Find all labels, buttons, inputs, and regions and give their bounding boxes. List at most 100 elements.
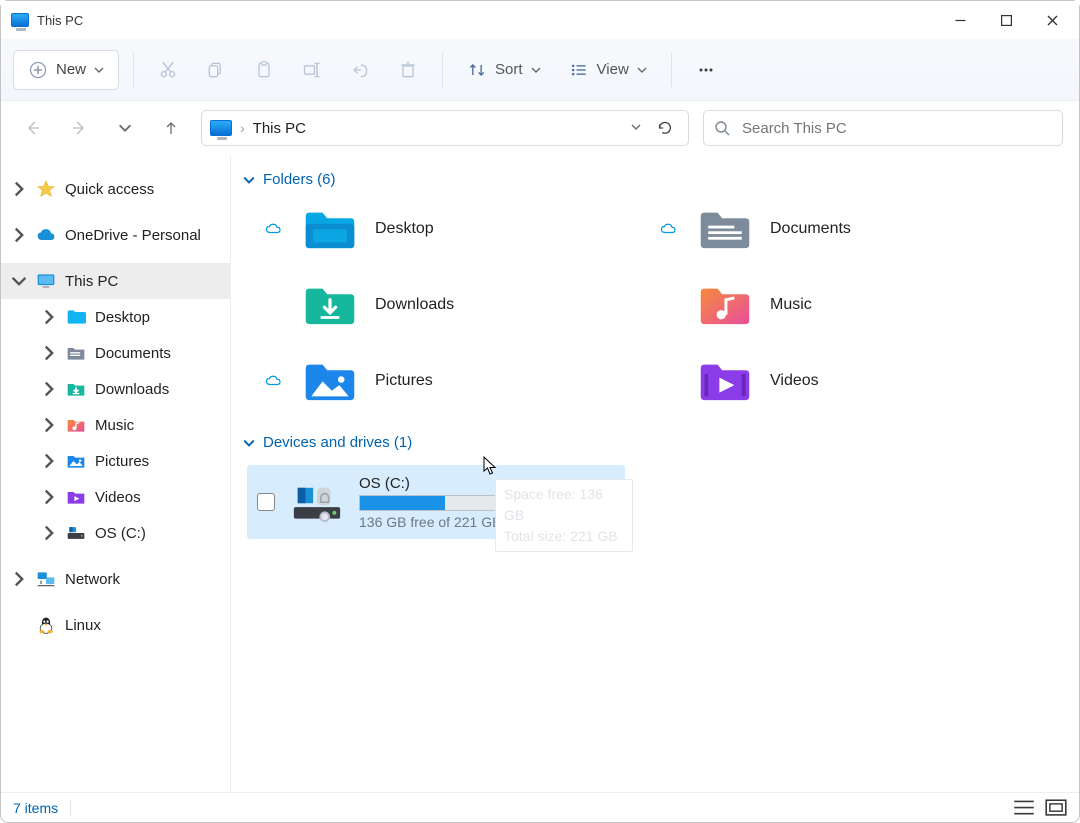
- group-header-folders[interactable]: Folders (6): [239, 167, 1071, 194]
- overflow-button[interactable]: [686, 50, 726, 90]
- folder-icon: [301, 357, 359, 405]
- pictures-icon: [65, 451, 87, 471]
- minimize-button[interactable]: [937, 4, 983, 36]
- search-input[interactable]: [740, 119, 1052, 138]
- folder-downloads[interactable]: Downloads: [263, 276, 658, 334]
- refresh-button[interactable]: [650, 119, 680, 137]
- share-button[interactable]: [340, 50, 380, 90]
- documents-icon: [65, 343, 87, 363]
- sidebar-item-os-drive[interactable]: OS (C:): [1, 515, 230, 551]
- sidebar-item-desktop[interactable]: Desktop: [1, 299, 230, 335]
- folder-name: Videos: [770, 372, 819, 390]
- view-icon: [569, 60, 589, 80]
- folder-icon: [696, 205, 754, 253]
- sidebar-item-quick-access[interactable]: Quick access: [1, 171, 230, 207]
- status-item-count: 7 items: [13, 800, 58, 816]
- expand-icon[interactable]: [41, 417, 57, 433]
- arrow-up-icon: [163, 120, 179, 136]
- new-button[interactable]: New: [13, 50, 119, 90]
- search-box[interactable]: [703, 110, 1063, 146]
- sidebar-item-documents[interactable]: Documents: [1, 335, 230, 371]
- folder-documents[interactable]: Documents: [658, 200, 1053, 258]
- up-button[interactable]: [155, 112, 187, 144]
- address-dropdown[interactable]: [630, 120, 642, 136]
- sidebar-item-linux[interactable]: Linux: [1, 607, 230, 643]
- sidebar-item-label: Quick access: [65, 181, 154, 198]
- share-icon: [350, 60, 370, 80]
- folder-name: Desktop: [375, 220, 434, 238]
- chevron-down-icon: [243, 437, 255, 449]
- close-button[interactable]: [1029, 4, 1075, 36]
- titlebar: This PC: [1, 1, 1079, 39]
- view-details-button[interactable]: [1013, 799, 1035, 817]
- folder-desktop[interactable]: Desktop: [263, 200, 658, 258]
- sidebar-item-network[interactable]: Network: [1, 561, 230, 597]
- group-header-label: Folders (6): [263, 171, 336, 188]
- sort-button[interactable]: Sort: [457, 50, 551, 90]
- folder-pictures[interactable]: Pictures: [263, 352, 658, 410]
- expand-icon[interactable]: [41, 489, 57, 505]
- breadcrumb-location[interactable]: This PC: [253, 120, 306, 137]
- sidebar-item-videos[interactable]: Videos: [1, 479, 230, 515]
- tooltip-line: Total size: 221 GB: [504, 526, 624, 547]
- collapse-icon[interactable]: [11, 273, 27, 289]
- sidebar-item-label: OS (C:): [95, 525, 146, 542]
- copy-button[interactable]: [196, 50, 236, 90]
- sidebar: Quick access OneDrive - Personal This PC…: [1, 155, 231, 792]
- sidebar-item-label: Downloads: [95, 381, 169, 398]
- linux-icon: [35, 615, 57, 635]
- sidebar-item-label: OneDrive - Personal: [65, 227, 201, 244]
- expand-icon[interactable]: [41, 381, 57, 397]
- view-label: View: [597, 61, 629, 78]
- back-button[interactable]: [17, 112, 49, 144]
- expand-icon[interactable]: [41, 525, 57, 541]
- group-header-drives[interactable]: Devices and drives (1): [239, 430, 1071, 457]
- ellipsis-icon: [696, 60, 716, 80]
- sidebar-item-this-pc[interactable]: This PC: [1, 263, 230, 299]
- downloads-icon: [65, 379, 87, 399]
- history-button[interactable]: [109, 112, 141, 144]
- cut-button[interactable]: [148, 50, 188, 90]
- folder-icon: [696, 281, 754, 329]
- expand-icon[interactable]: [41, 345, 57, 361]
- view-tiles-button[interactable]: [1045, 799, 1067, 817]
- pc-icon: [210, 120, 232, 136]
- folder-videos[interactable]: Videos: [658, 352, 1053, 410]
- sort-label: Sort: [495, 61, 523, 78]
- expand-icon[interactable]: [11, 571, 27, 587]
- expand-icon[interactable]: [41, 309, 57, 325]
- address-bar[interactable]: › This PC: [201, 110, 689, 146]
- sidebar-item-music[interactable]: Music: [1, 407, 230, 443]
- chevron-down-icon: [531, 65, 541, 75]
- drive-tooltip: Space free: 136 GB Total size: 221 GB: [495, 479, 633, 552]
- forward-button[interactable]: [63, 112, 95, 144]
- paste-button[interactable]: [244, 50, 284, 90]
- checkbox[interactable]: [257, 493, 275, 511]
- view-button[interactable]: View: [559, 50, 657, 90]
- expand-icon[interactable]: [11, 181, 27, 197]
- chevron-down-icon: [94, 65, 104, 75]
- scissors-icon: [158, 60, 178, 80]
- separator: [133, 53, 134, 87]
- search-icon: [714, 120, 730, 136]
- delete-button[interactable]: [388, 50, 428, 90]
- rename-button[interactable]: [292, 50, 332, 90]
- folder-name: Music: [770, 296, 812, 314]
- maximize-button[interactable]: [983, 4, 1029, 36]
- trash-icon: [398, 60, 418, 80]
- folder-icon: [696, 357, 754, 405]
- expand-icon[interactable]: [41, 453, 57, 469]
- sidebar-item-onedrive[interactable]: OneDrive - Personal: [1, 217, 230, 253]
- folder-music[interactable]: Music: [658, 276, 1053, 334]
- network-icon: [35, 569, 57, 589]
- clipboard-icon: [254, 60, 274, 80]
- music-icon: [65, 415, 87, 435]
- expand-icon[interactable]: [11, 227, 27, 243]
- rename-icon: [302, 60, 322, 80]
- folder-name: Documents: [770, 220, 851, 238]
- sidebar-item-pictures[interactable]: Pictures: [1, 443, 230, 479]
- sidebar-item-downloads[interactable]: Downloads: [1, 371, 230, 407]
- chevron-down-icon: [637, 65, 647, 75]
- group-header-label: Devices and drives (1): [263, 434, 412, 451]
- drive-icon: [289, 481, 345, 523]
